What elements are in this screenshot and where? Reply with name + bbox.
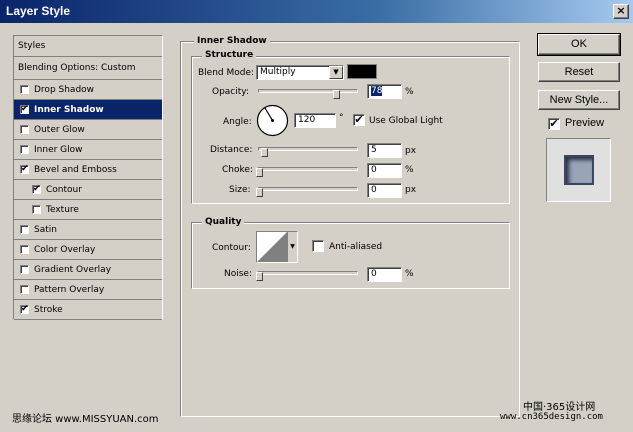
angle-dial[interactable] [256, 104, 289, 137]
style-item-label: Inner Glow [34, 144, 83, 155]
window-title: Layer Style [6, 4, 71, 18]
style-item[interactable]: ✔ Bevel and Emboss [14, 160, 162, 180]
chevron-down-icon: ▼ [329, 66, 343, 79]
style-item-checkbox[interactable] [32, 205, 41, 214]
use-global-light-label: Use Global Light [369, 116, 443, 126]
style-item[interactable]: Inner Glow [14, 140, 162, 160]
style-item-checkbox[interactable] [20, 265, 29, 274]
blend-mode-value: Multiply [260, 67, 296, 77]
distance-label: Distance: [210, 145, 253, 155]
reset-button[interactable]: Reset [538, 62, 620, 82]
style-item-label: Drop Shadow [34, 84, 95, 95]
angle-input[interactable]: 120 [294, 113, 336, 128]
choke-input[interactable]: 0 [367, 163, 402, 178]
styles-header[interactable]: Styles [14, 36, 162, 57]
opacity-slider-thumb[interactable] [333, 90, 340, 99]
anti-aliased-label: Anti-aliased [329, 242, 383, 252]
blending-options-item[interactable]: Blending Options: Custom [14, 57, 162, 80]
distance-input[interactable]: 5 [367, 143, 402, 158]
style-item-label: Inner Shadow [34, 104, 104, 115]
shadow-color-swatch[interactable] [347, 64, 377, 79]
noise-unit: % [405, 269, 414, 279]
opacity-slider[interactable] [258, 89, 358, 93]
structure-title: Structure [202, 50, 257, 60]
style-item-label: Stroke [34, 304, 63, 315]
style-item-label: Pattern Overlay [34, 284, 105, 295]
anti-aliased-checkbox[interactable] [312, 240, 324, 252]
style-item[interactable]: ✔ Contour [14, 180, 162, 200]
size-unit: px [405, 185, 417, 195]
watermark-left: 思缘论坛 www.MISSYUAN.com [12, 414, 159, 425]
size-label: Size: [229, 185, 251, 195]
contour-dropdown-arrow[interactable]: ▼ [287, 232, 297, 262]
style-item-checkbox[interactable] [20, 245, 29, 254]
contour-picker[interactable]: ▼ [256, 231, 298, 263]
quality-title: Quality [202, 217, 245, 227]
use-global-light-checkbox[interactable]: ✔ [353, 114, 365, 126]
watermark-right-bottom: www.cn365design.com [500, 412, 603, 422]
preview-label: Preview [565, 117, 605, 129]
style-item[interactable]: ✔ Stroke [14, 300, 162, 320]
style-item-checkbox[interactable]: ✔ [32, 185, 41, 194]
size-input[interactable]: 0 [367, 183, 402, 198]
preview-thumbnail [546, 138, 611, 202]
blend-mode-label: Blend Mode: [198, 68, 255, 78]
noise-slider[interactable] [258, 271, 358, 275]
style-item-checkbox[interactable] [20, 285, 29, 294]
style-item-label: Gradient Overlay [34, 264, 112, 275]
choke-unit: % [405, 165, 414, 175]
style-item-checkbox[interactable]: ✔ [20, 305, 29, 314]
opacity-input[interactable]: 78 [367, 84, 402, 99]
angle-unit: ° [339, 113, 344, 123]
style-item-label: Outer Glow [34, 124, 85, 135]
contour-label: Contour: [212, 243, 251, 253]
watermark-right-top: 中国·365设计网 [523, 402, 596, 413]
style-item-label: Bevel and Emboss [34, 164, 117, 175]
choke-slider-thumb[interactable] [256, 168, 263, 177]
style-item-label: Color Overlay [34, 244, 96, 255]
preview-checkbox[interactable]: ✔ [548, 118, 560, 130]
style-item-checkbox[interactable] [20, 145, 29, 154]
style-item-checkbox[interactable] [20, 225, 29, 234]
noise-slider-thumb[interactable] [256, 272, 263, 281]
style-item-label: Contour [46, 184, 82, 195]
ok-button[interactable]: OK [537, 33, 621, 56]
styles-list: Styles Blending Options: Custom Drop Sha… [13, 35, 163, 320]
style-item-checkbox[interactable]: ✔ [20, 165, 29, 174]
style-item[interactable]: Outer Glow [14, 120, 162, 140]
new-style-button[interactable]: New Style... [538, 90, 620, 110]
style-item[interactable]: Color Overlay [14, 240, 162, 260]
noise-label: Noise: [224, 269, 252, 279]
style-item[interactable]: ✔ Inner Shadow [14, 100, 162, 120]
size-slider-thumb[interactable] [256, 188, 263, 197]
style-item-checkbox[interactable] [20, 85, 29, 94]
contour-preview-icon [257, 232, 287, 262]
distance-slider-thumb[interactable] [261, 148, 268, 157]
style-item[interactable]: Drop Shadow [14, 80, 162, 100]
distance-slider[interactable] [258, 147, 358, 151]
distance-unit: px [405, 146, 417, 156]
inner-shadow-title: Inner Shadow [194, 36, 270, 46]
style-item[interactable]: Texture [14, 200, 162, 220]
angle-label: Angle: [223, 117, 252, 127]
choke-label: Choke: [222, 165, 253, 175]
style-item[interactable]: Pattern Overlay [14, 280, 162, 300]
close-button[interactable]: × [613, 4, 629, 19]
style-item[interactable]: Satin [14, 220, 162, 240]
choke-slider[interactable] [258, 167, 358, 171]
noise-input[interactable]: 0 [367, 267, 402, 282]
preview-swatch [564, 155, 594, 185]
opacity-label: Opacity: [212, 87, 249, 97]
opacity-unit: % [405, 87, 414, 97]
style-item[interactable]: Gradient Overlay [14, 260, 162, 280]
size-slider[interactable] [258, 187, 358, 191]
title-bar: Layer Style × [0, 0, 633, 24]
style-item-label: Texture [46, 204, 79, 215]
angle-dial-icon [256, 104, 289, 137]
style-item-checkbox[interactable]: ✔ [20, 105, 29, 114]
blend-mode-select[interactable]: Multiply ▼ [256, 65, 344, 80]
style-item-label: Satin [34, 224, 57, 235]
style-item-checkbox[interactable] [20, 125, 29, 134]
